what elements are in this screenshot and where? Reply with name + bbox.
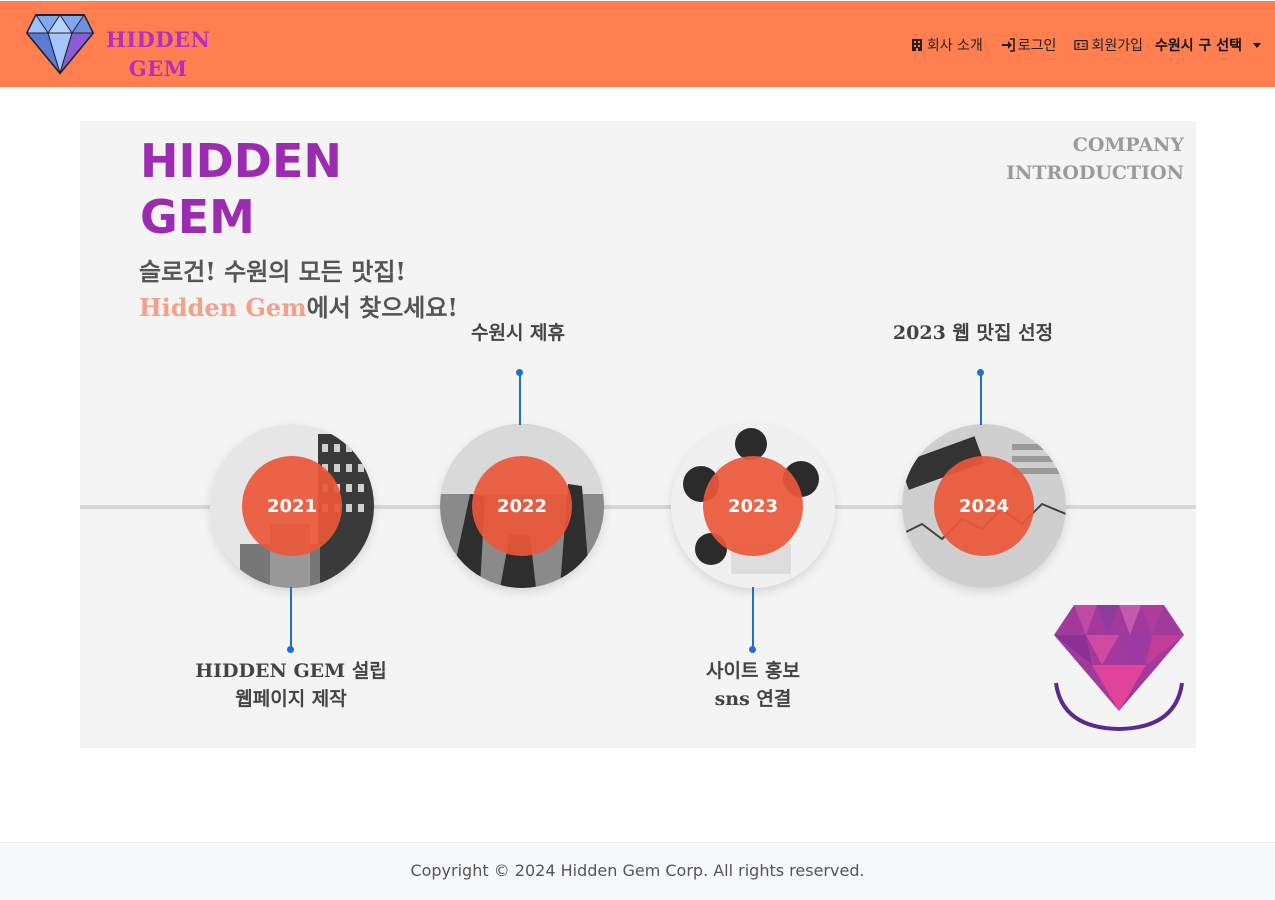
company-intro-line-1: COMPANY <box>1072 134 1184 156</box>
timeline-year-2021: 2021 <box>242 456 342 556</box>
brand-line-2: GEM <box>128 56 188 81</box>
timeline-dot-2021 <box>287 646 294 653</box>
nav-link-signup[interactable]: 회원가입 <box>1074 35 1143 55</box>
timeline-stem-2021 <box>290 587 292 649</box>
nav-link-company-label: 회사 소개 <box>926 38 983 54</box>
timeline-stem-2023 <box>752 587 754 649</box>
timeline-stem-2024 <box>980 373 982 425</box>
footer: Copyright © 2024 Hidden Gem Corp. All ri… <box>0 842 1275 900</box>
timeline-year-2024: 2024 <box>934 456 1034 556</box>
nav-links: 회사 소개 로그인 회원가입 수원시 구 선택 <box>892 34 1261 56</box>
company-intro-banner: HIDDEN GEM 슬로건! 수원의 모든 맛집! Hidden Gem에서 … <box>80 121 1196 748</box>
timeline-dot-2024 <box>977 369 984 376</box>
company-introduction-heading: COMPANY INTRODUCTION <box>1006 131 1184 187</box>
sign-in-icon <box>1001 38 1015 52</box>
timeline-label-2024: 2023 웹 맛집 선정 <box>868 319 1078 347</box>
navbar: HIDDEN GEM 회사 소개 로그인 회원가입 수원시 구 선택 <box>0 0 1275 87</box>
timeline-photo-2024: 2024 <box>902 424 1066 588</box>
timeline-dot-2023 <box>749 646 756 653</box>
district-dropdown[interactable]: 수원시 구 선택 <box>1155 35 1261 55</box>
brand-text: HIDDEN GEM <box>106 25 210 83</box>
timeline-label-2021-line-1: HIDDEN GEM 설립 <box>195 660 387 682</box>
timeline-label-2023: 사이트 홍보 sns 연결 <box>653 657 853 713</box>
timeline-photo-2023: 2023 <box>671 424 835 588</box>
timeline-label-2023-line-2: sns 연결 <box>714 688 792 710</box>
timeline-label-2023-line-1: 사이트 홍보 <box>705 660 800 682</box>
footer-copyright: Copyright © 2024 Hidden Gem Corp. All ri… <box>410 861 865 880</box>
caret-down-icon <box>1253 42 1261 48</box>
nav-link-company[interactable]: 회사 소개 <box>910 35 983 55</box>
building-icon <box>911 39 922 51</box>
company-intro-line-2: INTRODUCTION <box>1006 162 1184 184</box>
timeline-label-2021: HIDDEN GEM 설립 웹페이지 제작 <box>186 657 396 713</box>
hero-title-line-1: HIDDEN <box>140 134 342 188</box>
hero-title-line-2: GEM <box>140 190 255 244</box>
timeline-label-2022: 수원시 제휴 <box>418 319 618 347</box>
brand-line-1: HIDDEN <box>106 27 211 52</box>
district-dropdown-label: 수원시 구 선택 <box>1154 38 1242 54</box>
slogan: 슬로건! 수원의 모든 맛집! Hidden Gem에서 찾으세요! <box>139 254 458 326</box>
timeline-dot-2022 <box>516 369 523 376</box>
timeline-photo-2022: 2022 <box>440 424 604 588</box>
slogan-accent: Hidden Gem <box>139 293 307 322</box>
timeline-year-2022: 2022 <box>472 456 572 556</box>
nav-link-login-label: 로그인 <box>1017 38 1057 54</box>
slogan-line-1: 슬로건! 수원의 모든 맛집! <box>139 257 406 286</box>
nav-link-signup-label: 회원가입 <box>1091 38 1143 54</box>
timeline-year-2023: 2023 <box>703 456 803 556</box>
diamond-logo-icon <box>26 14 94 75</box>
timeline-label-2021-line-2: 웹페이지 제작 <box>235 688 347 710</box>
slogan-line-2: Hidden Gem에서 찾으세요! <box>139 290 458 326</box>
id-card-icon <box>1074 39 1089 51</box>
slogan-line-2-rest: 에서 찾으세요! <box>306 293 458 322</box>
gem-logo-icon <box>1054 605 1184 732</box>
brand-link[interactable]: HIDDEN GEM <box>26 13 216 81</box>
timeline-stem-2022 <box>519 373 521 425</box>
timeline-label-2024-line-1: 2023 웹 맛집 선정 <box>892 322 1054 344</box>
timeline-photo-2021: 2021 <box>210 424 374 588</box>
nav-link-login[interactable]: 로그인 <box>1001 35 1057 55</box>
timeline-label-2022-line-1: 수원시 제휴 <box>470 322 565 344</box>
hero-title: HIDDEN GEM <box>140 133 342 245</box>
